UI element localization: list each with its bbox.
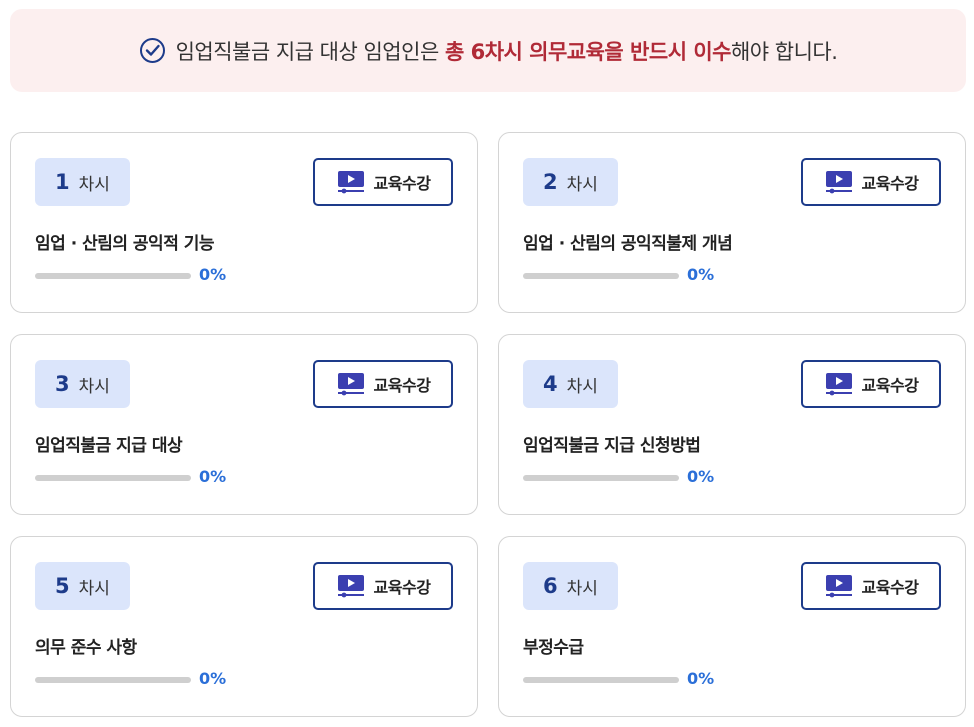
start-course-button[interactable]: 교육수강	[313, 562, 453, 610]
lesson-unit-label: 차시	[78, 376, 110, 397]
video-play-icon	[336, 574, 366, 598]
progress-percent: 0%	[687, 669, 715, 688]
lesson-unit-label: 차시	[78, 578, 110, 599]
notice-text: 임업직불금 지급 대상 임업인은 총 6차시 의무교육을 반드시 이수해야 합니…	[175, 39, 838, 64]
lesson-badge: 1 차시	[35, 158, 130, 206]
video-play-icon	[336, 170, 366, 194]
lesson-card-6: 6 차시 교육수강 부정수급 0%	[498, 536, 966, 717]
start-course-label: 교육수강	[373, 174, 431, 193]
lesson-title: 임업직불금 지급 신청방법	[523, 436, 701, 456]
lesson-card-5: 5 차시 교육수강 의무 준수 사항 0%	[10, 536, 478, 717]
start-course-label: 교육수강	[373, 578, 431, 597]
lesson-number: 5	[55, 574, 70, 598]
lesson-title: 임업 · 산림의 공익직불제 개념	[523, 234, 733, 254]
lesson-number: 3	[55, 372, 70, 396]
lesson-card-4: 4 차시 교육수강 임업직불금 지급 신청방법 0%	[498, 334, 966, 515]
progress-percent: 0%	[199, 467, 227, 486]
start-course-label: 교육수강	[861, 174, 919, 193]
lesson-card-1: 1 차시 교육수강 임업 · 산림의 공익적 기능 0%	[10, 132, 478, 313]
start-course-button[interactable]: 교육수강	[313, 360, 453, 408]
lesson-card-3: 3 차시 교육수강 임업직불금 지급 대상 0%	[10, 334, 478, 515]
notice-highlight: 총 6차시 의무교육을 반드시 이수	[444, 39, 732, 64]
lesson-unit-label: 차시	[566, 578, 598, 599]
lesson-badge: 6 차시	[523, 562, 618, 610]
progress-bar	[35, 677, 191, 683]
lesson-number: 2	[543, 170, 558, 194]
lesson-badge: 4 차시	[523, 360, 618, 408]
progress-bar	[523, 677, 679, 683]
lesson-number: 4	[543, 372, 558, 396]
lesson-number: 6	[543, 574, 558, 598]
lesson-unit-label: 차시	[566, 174, 598, 195]
lesson-title: 임업직불금 지급 대상	[35, 436, 183, 456]
progress-bar	[35, 475, 191, 481]
video-play-icon	[336, 372, 366, 396]
start-course-button[interactable]: 교육수강	[801, 562, 941, 610]
notice-banner: 임업직불금 지급 대상 임업인은 총 6차시 의무교육을 반드시 이수해야 합니…	[10, 9, 966, 92]
lesson-title: 임업 · 산림의 공익적 기능	[35, 234, 215, 254]
video-play-icon	[824, 170, 854, 194]
lesson-title: 부정수급	[523, 638, 584, 658]
start-course-button[interactable]: 교육수강	[313, 158, 453, 206]
lesson-unit-label: 차시	[566, 376, 598, 397]
lesson-number: 1	[55, 170, 70, 194]
progress-percent: 0%	[687, 265, 715, 284]
start-course-label: 교육수강	[373, 376, 431, 395]
lesson-title: 의무 준수 사항	[35, 638, 137, 658]
check-circle-icon	[139, 37, 166, 64]
video-play-icon	[824, 574, 854, 598]
lesson-unit-label: 차시	[78, 174, 110, 195]
lesson-card-2: 2 차시 교육수강 임업 · 산림의 공익직불제 개념 0%	[498, 132, 966, 313]
progress-percent: 0%	[687, 467, 715, 486]
progress-percent: 0%	[199, 669, 227, 688]
progress-bar	[35, 273, 191, 279]
progress-percent: 0%	[199, 265, 227, 284]
start-course-button[interactable]: 교육수강	[801, 158, 941, 206]
progress-bar	[523, 273, 679, 279]
progress-bar	[523, 475, 679, 481]
start-course-label: 교육수강	[861, 578, 919, 597]
lesson-badge: 5 차시	[35, 562, 130, 610]
video-play-icon	[824, 372, 854, 396]
start-course-label: 교육수강	[861, 376, 919, 395]
lesson-badge: 2 차시	[523, 158, 618, 206]
lesson-badge: 3 차시	[35, 360, 130, 408]
start-course-button[interactable]: 교육수강	[801, 360, 941, 408]
